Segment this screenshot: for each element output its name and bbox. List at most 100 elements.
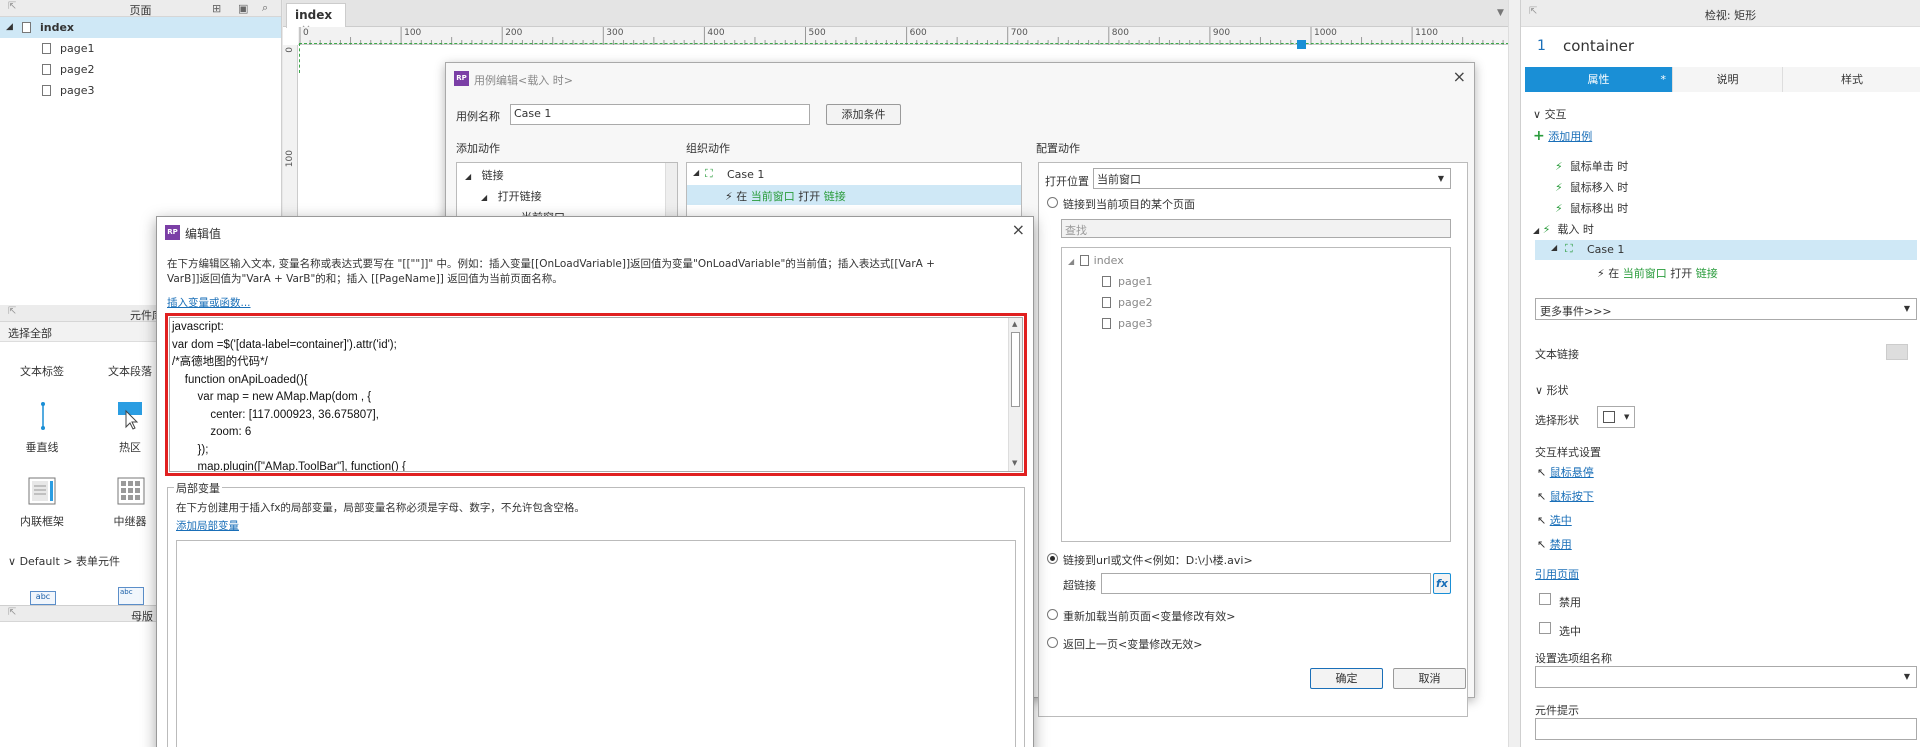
page-item-page2[interactable]: page2	[0, 59, 281, 80]
code-line: center: [117.000923, 36.675807],	[172, 408, 379, 421]
ruler-label: 100	[404, 28, 422, 38]
scrollbar[interactable]	[665, 163, 677, 221]
page-item-index[interactable]: ◢ index	[0, 17, 281, 38]
radio-reload-label: 重新加载当前页面<变量修改有效>	[1063, 610, 1236, 623]
page-search-input[interactable]: 查找	[1061, 219, 1451, 238]
page-tree-page3[interactable]: page3	[1102, 316, 1152, 330]
add-folder-icon[interactable]: ▣	[238, 2, 248, 15]
ruler-label: 1100	[1415, 28, 1438, 38]
widget-text-label[interactable]: 文本标签	[2, 363, 82, 379]
widget-section[interactable]: ∨ Default > 表单元件	[8, 553, 120, 569]
group-name-select[interactable]: ▼	[1535, 666, 1917, 688]
page-label: page2	[60, 63, 95, 76]
shape-section[interactable]: ∨ 形状	[1535, 382, 1569, 398]
repeater-icon	[117, 477, 145, 505]
code-scrollbar[interactable]: ▲ ▼	[1008, 318, 1022, 471]
page-icon	[42, 43, 51, 54]
radio-reload[interactable]	[1047, 609, 1058, 620]
action-tree-link[interactable]: ◢ 链接	[465, 167, 504, 183]
library-label: 选择全部	[8, 327, 52, 340]
scroll-down-icon[interactable]: ▼	[1012, 459, 1017, 467]
tooltip-input[interactable]	[1535, 718, 1917, 740]
radio-link-page[interactable]	[1047, 197, 1058, 208]
inspector-panel: ⇱ 检视: 矩形 1 container 属性 * 说明 样式 ∨ 交互 + 添加…	[1520, 0, 1920, 747]
add-local-var-link[interactable]: 添加局部变量	[176, 518, 239, 533]
page-item-page1[interactable]: page1	[0, 38, 281, 59]
interaction-section[interactable]: ∨ 交互	[1533, 106, 1567, 122]
collapse-icon[interactable]: ◢	[6, 17, 13, 38]
ok-button[interactable]: 确定	[1310, 668, 1383, 689]
radio-back[interactable]	[1047, 637, 1058, 648]
tab-style[interactable]: 样式	[1783, 67, 1920, 92]
chevron-down-icon: ∨	[1533, 108, 1542, 121]
text-field-widget-icon[interactable]: abc	[30, 591, 56, 605]
event-onmouseenter[interactable]: ⚡ 鼠标移入 时	[1555, 179, 1628, 195]
widget-inline-frame[interactable]: 内联框架	[2, 513, 82, 529]
tab-modified-marker: *	[1660, 73, 1667, 86]
chevron-down-icon: ▼	[1437, 174, 1444, 183]
ref-page-link[interactable]: 引用页面	[1535, 566, 1579, 582]
tab-notes[interactable]: 说明	[1673, 67, 1783, 92]
add-case-link[interactable]: + 添加用例	[1533, 128, 1592, 144]
text-area-widget-icon[interactable]: abc	[118, 587, 144, 605]
open-in-select[interactable]: 当前窗口 ▼	[1093, 168, 1451, 189]
more-events-select[interactable]: 更多事件>>> ▼	[1535, 298, 1917, 320]
action-tree-open-link[interactable]: ◢ 打开链接	[481, 188, 542, 204]
dropdown-icon[interactable]: ▼	[1497, 8, 1504, 18]
style-mousedown-link[interactable]: ↖ 鼠标按下	[1537, 488, 1594, 504]
text-link-label: 文本链接	[1535, 348, 1579, 361]
search-icon[interactable]: ⌕	[262, 1, 268, 15]
action-row[interactable]: ⚡ 在 当前窗口 打开 链接	[1597, 265, 1718, 281]
close-icon[interactable]: ×	[1453, 67, 1466, 86]
style-disabled-link[interactable]: ↖ 禁用	[1537, 536, 1572, 552]
page-tree-page1[interactable]: page1	[1102, 274, 1152, 288]
interaction-style-label: 交互样式设置	[1535, 446, 1601, 459]
event-onload[interactable]: ◢ ⚡ 载入 时	[1533, 221, 1594, 237]
style-hover-link[interactable]: ↖ 鼠标悬停	[1537, 464, 1594, 480]
local-vars-group: 局部变量 在下方创建用于插入fx的局部变量，局部变量名称必须是字母、数字，不允许…	[167, 480, 1025, 747]
case-name-input[interactable]: Case 1	[510, 104, 810, 125]
tab-properties[interactable]: 属性 *	[1525, 67, 1673, 92]
canvas-tab-bar	[283, 0, 1508, 27]
selected-checkbox[interactable]	[1539, 622, 1551, 634]
radio-link-url[interactable]	[1047, 553, 1058, 564]
tab-index[interactable]: index ×	[286, 3, 346, 36]
chevron-down-icon: ▼	[1903, 304, 1910, 313]
event-onmouseleave[interactable]: ⚡ 鼠标移出 时	[1555, 200, 1628, 216]
org-case-row[interactable]: ◢ ⛶ Case 1	[687, 165, 1021, 185]
code-line: function onApiLoaded(){	[172, 373, 308, 386]
add-page-icon[interactable]: ⊞	[212, 2, 221, 15]
close-icon[interactable]: ×	[1012, 220, 1025, 239]
widget-name-input[interactable]: container	[1563, 37, 1634, 55]
canvas-scrollbar[interactable]	[1508, 0, 1520, 747]
text-link-toggle[interactable]	[1886, 344, 1908, 360]
scroll-thumb[interactable]	[1011, 332, 1020, 407]
code-editor[interactable]: javascript: var dom =$('[data-label=conta…	[169, 317, 1023, 472]
plus-icon: +	[1533, 128, 1545, 144]
selection-handle[interactable]	[1297, 40, 1306, 49]
scroll-up-icon[interactable]: ▲	[1012, 320, 1017, 328]
case-row[interactable]: ◢ ⛶ Case 1	[1535, 240, 1917, 260]
page-tree-index[interactable]: ◢ index	[1068, 253, 1124, 267]
org-action-row[interactable]: ⚡ 在 当前窗口 打开 链接	[687, 185, 1021, 205]
shape-picker[interactable]: ▼	[1597, 406, 1635, 428]
selection-guide-top	[299, 43, 1509, 44]
page-tree-page2[interactable]: page2	[1102, 295, 1152, 309]
code-line: /*高德地图的代码*/	[172, 356, 268, 368]
fx-button[interactable]: fx	[1433, 573, 1451, 594]
cancel-button[interactable]: 取消	[1393, 668, 1466, 689]
add-condition-button[interactable]: 添加条件	[826, 104, 901, 125]
event-onclick[interactable]: ⚡ 鼠标单击 时	[1555, 158, 1628, 174]
lightning-icon: ⚡	[1555, 181, 1563, 194]
widget-vertical-line[interactable]: 垂直线	[2, 439, 82, 455]
disabled-checkbox[interactable]	[1539, 593, 1551, 605]
widget-index: 1	[1537, 38, 1546, 54]
page-item-page3[interactable]: page3	[0, 80, 281, 101]
insert-variable-link[interactable]: 插入变量或函数...	[167, 295, 251, 310]
local-vars-desc: 在下方创建用于插入fx的局部变量，局部变量名称必须是字母、数字，不允许包含空格。	[176, 502, 585, 514]
local-vars-title: 局部变量	[174, 480, 222, 496]
ruler-label: 700	[1010, 28, 1028, 38]
disabled-label: 禁用	[1559, 596, 1581, 609]
hyperlink-input[interactable]	[1101, 573, 1431, 594]
style-selected-link[interactable]: ↖ 选中	[1537, 512, 1572, 528]
